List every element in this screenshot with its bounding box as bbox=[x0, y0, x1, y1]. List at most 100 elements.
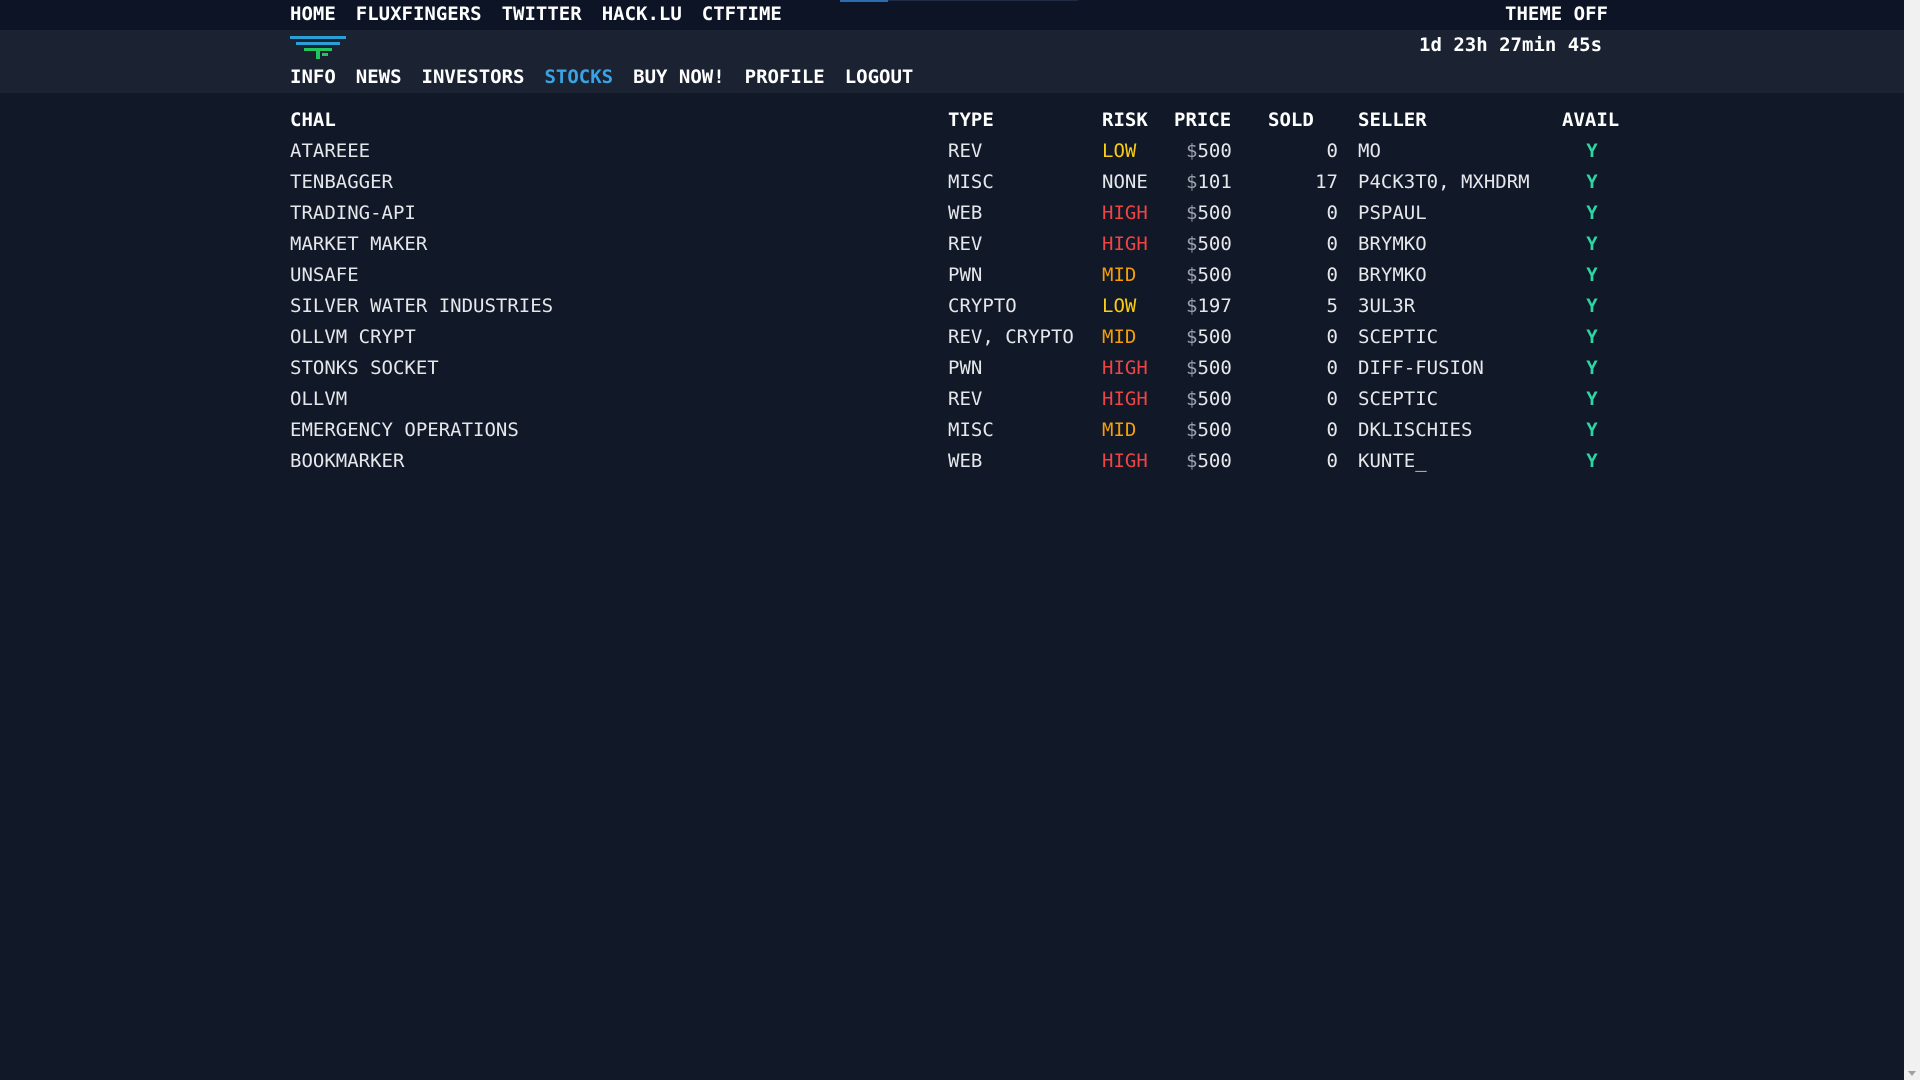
chal-cell[interactable]: ATAREEE bbox=[290, 135, 948, 166]
price-cell: $500 bbox=[1174, 383, 1268, 414]
chal-cell[interactable]: BOOKMARKER bbox=[290, 445, 948, 476]
price-cell: $500 bbox=[1174, 228, 1268, 259]
nav-news[interactable]: NEWS bbox=[356, 66, 402, 88]
nav-logout[interactable]: LOGOUT bbox=[845, 66, 914, 88]
main-nav: INFO NEWS INVESTORS STOCKS BUY NOW! PROF… bbox=[290, 66, 913, 88]
avail-cell: Y bbox=[1586, 139, 1598, 162]
chal-cell[interactable]: MARKET MAKER bbox=[290, 228, 948, 259]
price-value: 500 bbox=[1197, 325, 1232, 348]
type-cell: MISC bbox=[948, 170, 994, 193]
currency-symbol: $ bbox=[1186, 170, 1198, 193]
header-risk[interactable]: RISK bbox=[1102, 104, 1174, 135]
sold-cell: 0 bbox=[1326, 201, 1338, 224]
table-row[interactable]: OLLVM REV HIGH $500 0 SCEPTIC Y bbox=[290, 383, 1622, 414]
risk-cell: LOW bbox=[1102, 294, 1137, 317]
chal-cell[interactable]: TENBAGGER bbox=[290, 166, 948, 197]
table-row[interactable]: ATAREEE REV LOW $500 0 MO Y bbox=[290, 135, 1622, 166]
table-row[interactable]: BOOKMARKER WEB HIGH $500 0 KUNTE_ Y bbox=[290, 445, 1622, 476]
scrollbar-thumb[interactable] bbox=[1907, 0, 1917, 1062]
topnav-twitter-link[interactable]: TWITTER bbox=[502, 3, 582, 25]
type-cell: REV, CRYPTO bbox=[948, 325, 1074, 348]
topnav-home-link[interactable]: HOME bbox=[290, 3, 336, 25]
currency-symbol: $ bbox=[1186, 325, 1198, 348]
seller-cell: KUNTE_ bbox=[1358, 449, 1427, 472]
table-row[interactable]: MARKET MAKER REV HIGH $500 0 BRYMKO Y bbox=[290, 228, 1622, 259]
price-cell: $197 bbox=[1174, 290, 1268, 321]
nav-info[interactable]: INFO bbox=[290, 66, 336, 88]
avail-cell: Y bbox=[1586, 263, 1598, 286]
type-cell: PWN bbox=[948, 356, 983, 379]
price-cell: $500 bbox=[1174, 352, 1268, 383]
header-chal[interactable]: CHAL bbox=[290, 104, 948, 135]
nav-investors[interactable]: INVESTORS bbox=[422, 66, 525, 88]
currency-symbol: $ bbox=[1186, 139, 1198, 162]
currency-symbol: $ bbox=[1186, 356, 1198, 379]
chal-cell[interactable]: OLLVM CRYPT bbox=[290, 321, 948, 352]
seller-cell: DIFF-FUSION bbox=[1358, 356, 1484, 379]
risk-cell: HIGH bbox=[1102, 449, 1148, 472]
topnav-ctftime-link[interactable]: CTFTIME bbox=[702, 3, 782, 25]
seller-cell: DKLISCHIES bbox=[1358, 418, 1473, 441]
topnav-hacklu-link[interactable]: HACK.LU bbox=[602, 3, 682, 25]
type-cell: CRYPTO bbox=[948, 294, 1017, 317]
header-type[interactable]: TYPE bbox=[948, 104, 1102, 135]
sold-cell: 17 bbox=[1315, 170, 1338, 193]
seller-cell: PSPAUL bbox=[1358, 201, 1427, 224]
risk-cell: MID bbox=[1102, 263, 1137, 286]
chal-cell[interactable]: EMERGENCY OPERATIONS bbox=[290, 414, 948, 445]
currency-symbol: $ bbox=[1186, 263, 1198, 286]
type-cell: WEB bbox=[948, 449, 983, 472]
sold-cell: 0 bbox=[1326, 418, 1338, 441]
nav-stocks[interactable]: STOCKS bbox=[544, 66, 613, 88]
sold-cell: 5 bbox=[1326, 294, 1338, 317]
chal-cell[interactable]: OLLVM bbox=[290, 383, 948, 414]
risk-cell: HIGH bbox=[1102, 387, 1148, 410]
seller-cell: SCEPTIC bbox=[1358, 325, 1439, 348]
price-cell: $101 bbox=[1174, 166, 1268, 197]
seller-cell: BRYMKO bbox=[1358, 232, 1427, 255]
price-value: 500 bbox=[1197, 263, 1232, 286]
price-value: 101 bbox=[1197, 170, 1232, 193]
avail-cell: Y bbox=[1586, 170, 1598, 193]
header-avail[interactable]: AVAIL bbox=[1562, 104, 1622, 135]
price-cell: $500 bbox=[1174, 414, 1268, 445]
chal-cell[interactable]: SILVER WATER INDUSTRIES bbox=[290, 290, 948, 321]
scroll-down-arrow-icon[interactable] bbox=[1908, 1071, 1916, 1076]
avail-cell: Y bbox=[1586, 387, 1598, 410]
type-cell: REV bbox=[948, 139, 983, 162]
sold-cell: 0 bbox=[1326, 449, 1338, 472]
table-row[interactable]: UNSAFE PWN MID $500 0 BRYMKO Y bbox=[290, 259, 1622, 290]
table-row[interactable]: EMERGENCY OPERATIONS MISC MID $500 0 DKLISCHI… bbox=[290, 414, 1622, 445]
theme-toggle[interactable]: THEME OFF bbox=[1505, 3, 1608, 25]
header-price[interactable]: PRICE bbox=[1174, 104, 1268, 135]
fluxfingers-logo-icon[interactable] bbox=[290, 34, 346, 60]
header-sold[interactable]: SOLD bbox=[1268, 104, 1358, 135]
table-row[interactable]: TRADING-API WEB HIGH $500 0 PSPAUL Y bbox=[290, 197, 1622, 228]
table-body: ATAREEE REV LOW $500 0 MO Y TENBAGGER MISC NONE $1… bbox=[290, 135, 1622, 476]
currency-symbol: $ bbox=[1186, 387, 1198, 410]
avail-cell: Y bbox=[1586, 294, 1598, 317]
topnav-fluxfingers-link[interactable]: FLUXFINGERS bbox=[356, 3, 482, 25]
seller-cell: SCEPTIC bbox=[1358, 387, 1439, 410]
chal-cell[interactable]: TRADING-API bbox=[290, 197, 948, 228]
table-row[interactable]: SILVER WATER INDUSTRIES CRYPTO LOW $197 5 3UL… bbox=[290, 290, 1622, 321]
type-cell: PWN bbox=[948, 263, 983, 286]
price-value: 500 bbox=[1197, 201, 1232, 224]
type-cell: MISC bbox=[948, 418, 994, 441]
risk-cell: MID bbox=[1102, 418, 1137, 441]
chal-cell[interactable]: STONKS SOCKET bbox=[290, 352, 948, 383]
nav-profile[interactable]: PROFILE bbox=[745, 66, 825, 88]
type-cell: REV bbox=[948, 232, 983, 255]
avail-cell: Y bbox=[1586, 232, 1598, 255]
header-seller[interactable]: SELLER bbox=[1358, 104, 1562, 135]
table-row[interactable]: TENBAGGER MISC NONE $101 17 P4CK3T0, MXHDRM Y bbox=[290, 166, 1622, 197]
nav-buy-now[interactable]: BUY NOW! bbox=[633, 66, 725, 88]
loading-track bbox=[888, 0, 1078, 1]
table-row[interactable]: OLLVM CRYPT REV, CRYPTO MID $500 0 SCEPTIC Y bbox=[290, 321, 1622, 352]
table-row[interactable]: STONKS SOCKET PWN HIGH $500 0 DIFF-FUSION Y bbox=[290, 352, 1622, 383]
price-value: 197 bbox=[1197, 294, 1232, 317]
price-value: 500 bbox=[1197, 418, 1232, 441]
vertical-scrollbar[interactable] bbox=[1904, 0, 1920, 1080]
chal-cell[interactable]: UNSAFE bbox=[290, 259, 948, 290]
stocks-table: CHAL TYPE RISK PRICE SOLD SELLER AVAIL A… bbox=[290, 104, 1622, 476]
